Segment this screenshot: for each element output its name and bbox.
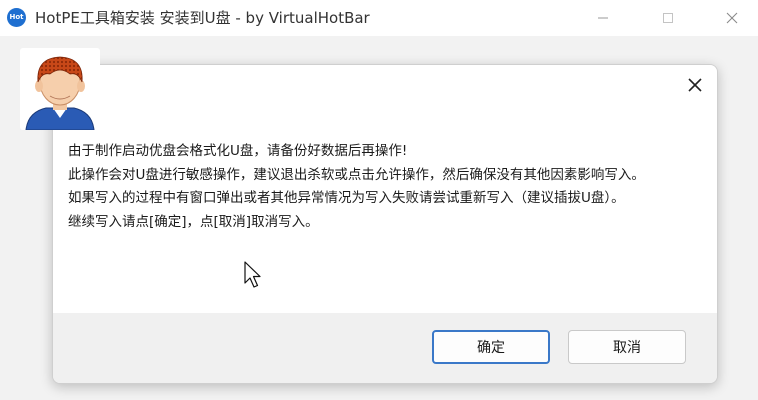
avatar <box>20 48 100 130</box>
dialog-content: 由于制作启动优盘会格式化U盘，请备份好数据后再操作! 此操作会对U盘进行敏感操作… <box>53 65 717 313</box>
dialog-footer: 确定 取消 <box>53 313 717 383</box>
message-line: 如果写入的过程中有窗口弹出或者其他异常情况为写入失败请尝试重新写入（建议插拔U盘… <box>68 190 625 206</box>
message-line: 此操作会对U盘进行敏感操作，建议退出杀软或点击允许操作，然后确保没有其他因素影响… <box>68 166 645 183</box>
message-line: 继续写入请点[确定]，点[取消]取消写入。 <box>68 213 319 230</box>
dialog-close-button[interactable] <box>681 71 709 99</box>
avatar-cartoon-icon <box>25 56 95 130</box>
window-close-button[interactable] <box>717 4 747 32</box>
maximize-button[interactable] <box>653 4 683 32</box>
cancel-button[interactable]: 取消 <box>568 330 686 364</box>
title-bar: Hot HotPE工具箱安装 安装到U盘 - by VirtualHotBar <box>0 0 758 36</box>
app-logo-icon: Hot <box>7 8 26 27</box>
minimize-button[interactable] <box>588 4 618 32</box>
minimize-icon <box>598 17 608 19</box>
warning-dialog: 由于制作启动优盘会格式化U盘，请备份好数据后再操作! 此操作会对U盘进行敏感操作… <box>52 64 718 384</box>
mouse-cursor-icon <box>244 261 261 288</box>
dialog-message: 由于制作启动优盘会格式化U盘，请备份好数据后再操作! 此操作会对U盘进行敏感操作… <box>68 140 678 234</box>
maximize-icon <box>663 13 673 23</box>
message-line: 由于制作启动优盘会格式化U盘，请备份好数据后再操作! <box>68 143 408 159</box>
app-window: Hot HotPE工具箱安装 安装到U盘 - by VirtualHotBar <box>0 0 758 400</box>
dialog-close-icon <box>688 78 702 92</box>
ok-button[interactable]: 确定 <box>432 330 550 364</box>
window-title: HotPE工具箱安装 安装到U盘 - by VirtualHotBar <box>35 9 370 27</box>
close-icon <box>726 12 738 24</box>
